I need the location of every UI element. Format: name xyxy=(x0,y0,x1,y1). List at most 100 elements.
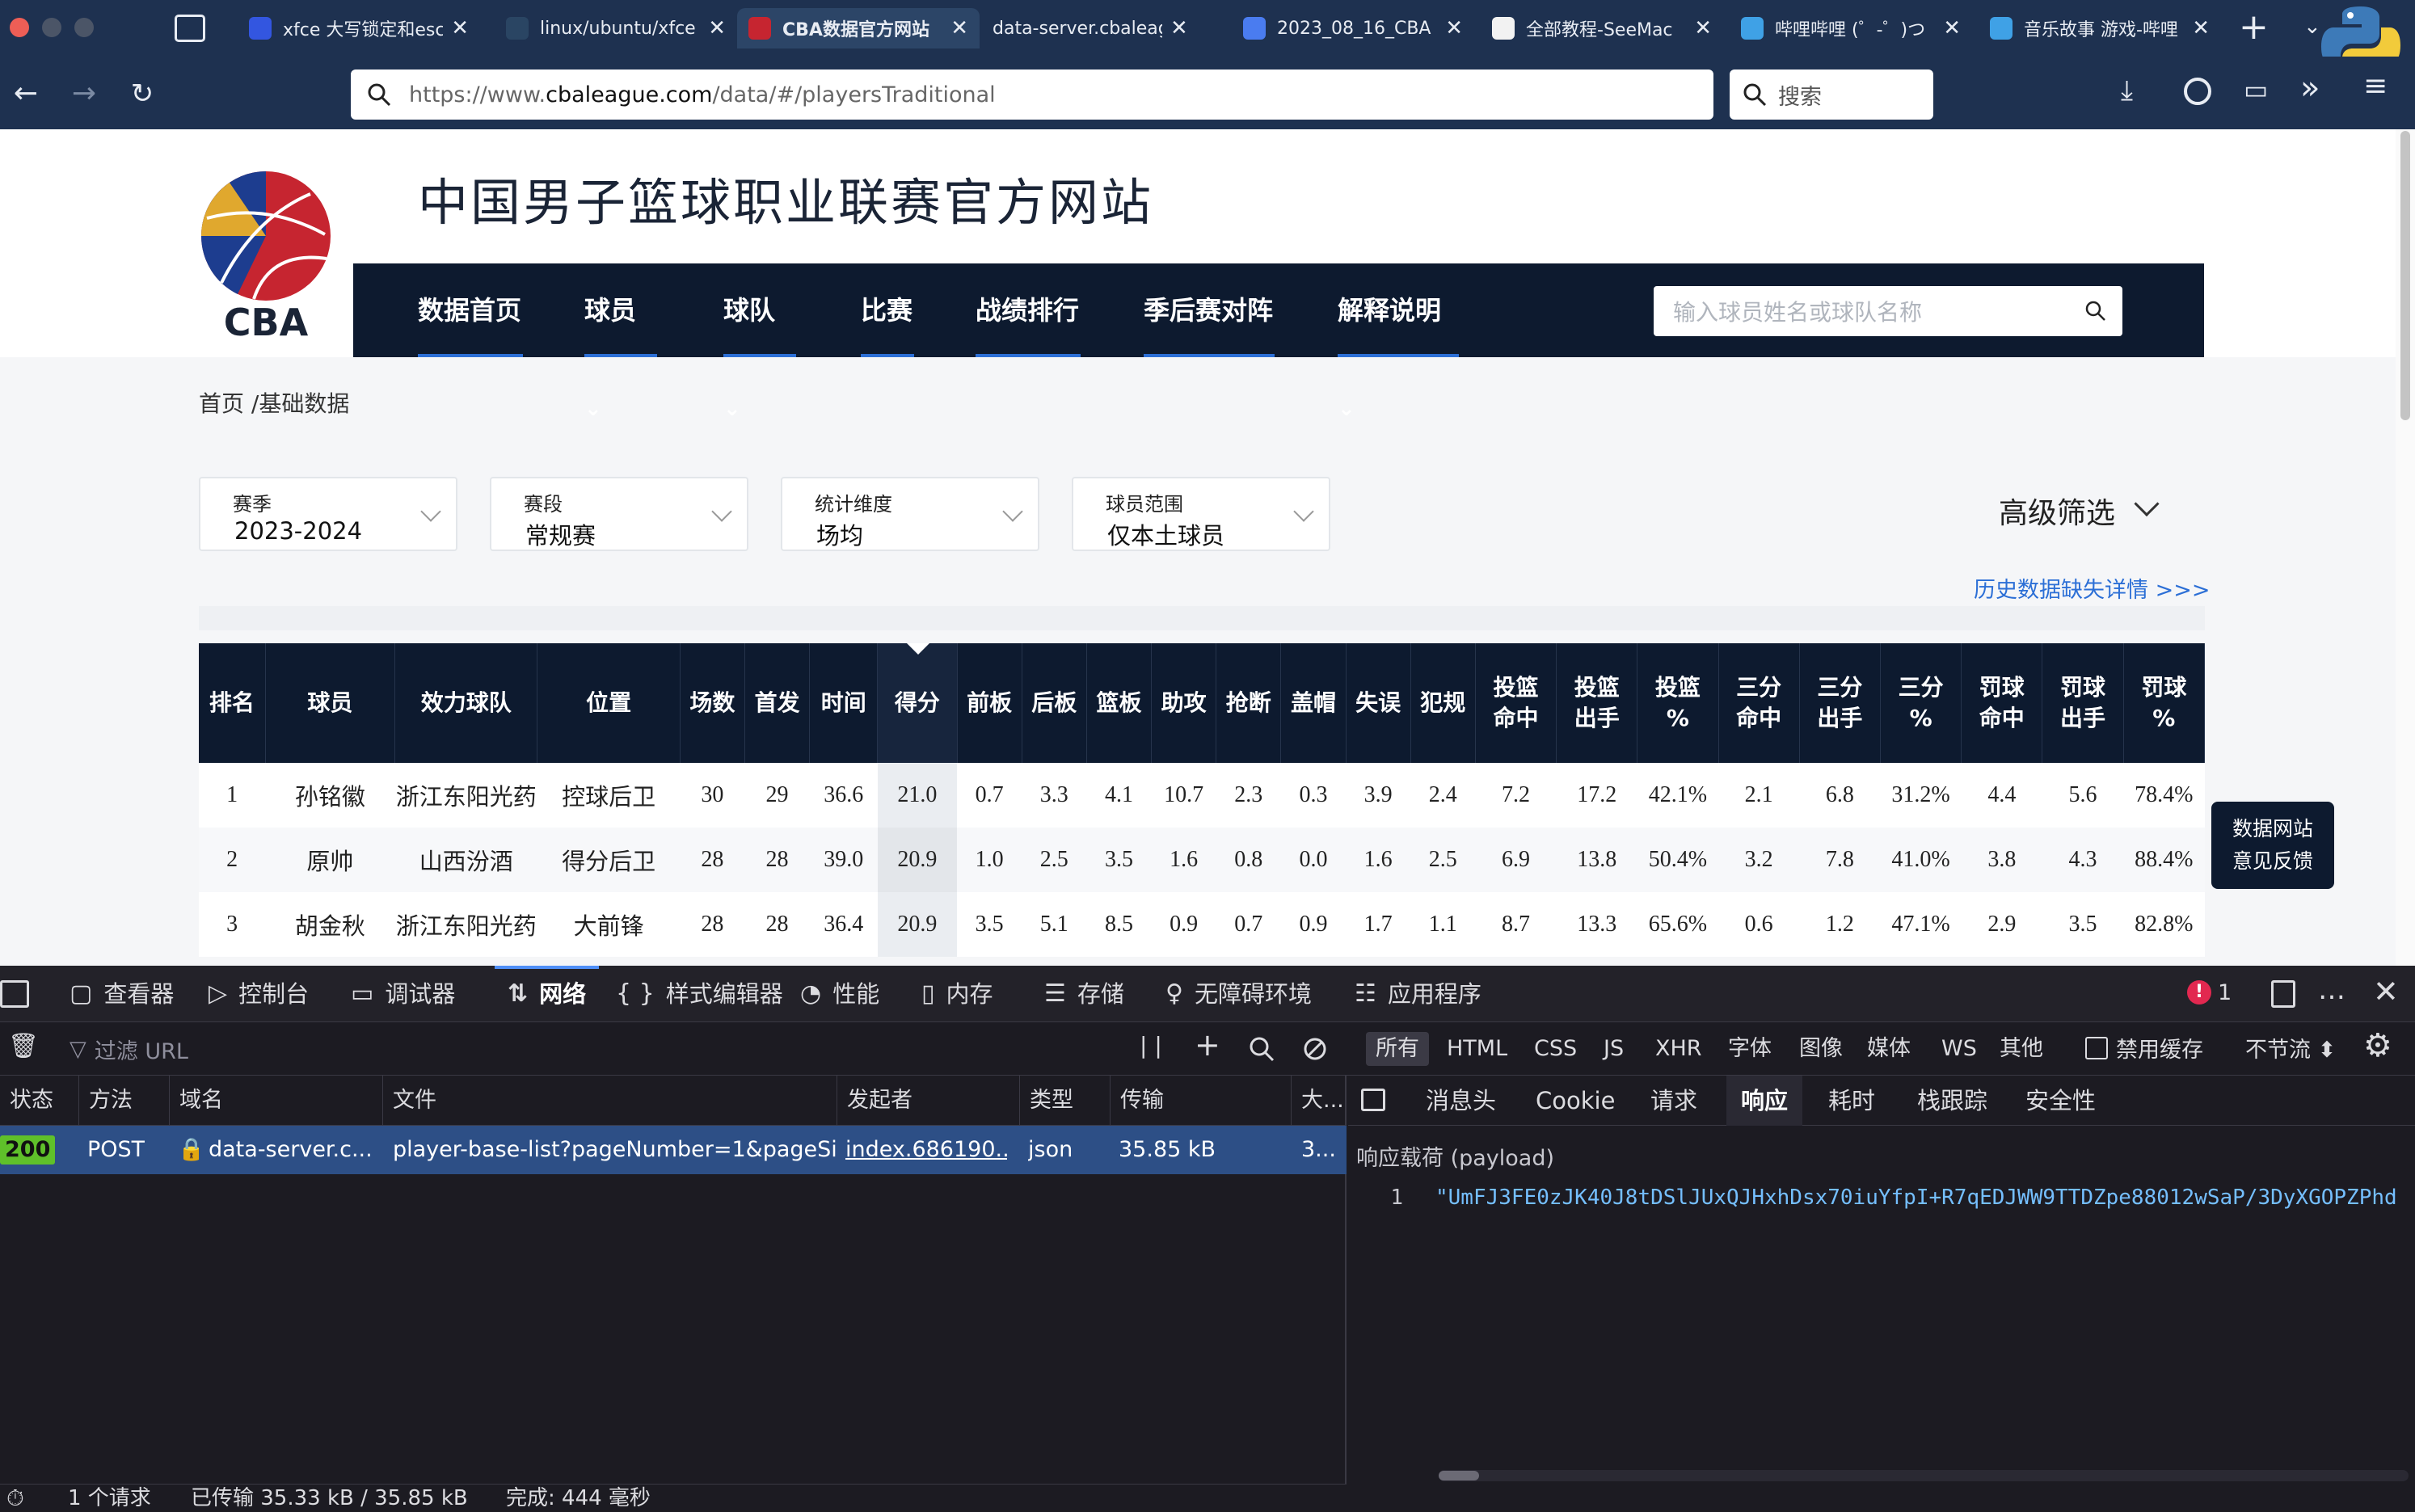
address-bar[interactable]: https://www. cbaleague.com/data/#/players… xyxy=(351,69,1713,120)
browser-search-box[interactable]: 搜索 xyxy=(1730,69,1933,120)
column-header[interactable]: 犯规 xyxy=(1410,643,1476,763)
overflow-chevrons-icon[interactable]: » xyxy=(2300,69,2320,107)
column-header[interactable]: 效力球队 xyxy=(394,643,538,763)
browser-tab[interactable]: xfce 大写锁定和esc ✕ xyxy=(238,8,480,48)
column-header[interactable]: 位置 xyxy=(537,643,681,763)
close-window-button[interactable] xyxy=(10,18,29,37)
column-header[interactable]: 前板 xyxy=(957,643,1022,763)
history-missing-data-link[interactable]: 历史数据缺失详情 >>> xyxy=(1974,572,2210,604)
nav-item[interactable]: 数据首页 xyxy=(418,263,523,357)
type-filter-button[interactable]: 所有 xyxy=(1366,1032,1429,1066)
column-header[interactable]: 时间 xyxy=(809,643,879,763)
request-initiator-link[interactable]: index.686190... xyxy=(845,1126,1007,1174)
detail-tab[interactable]: 响应 xyxy=(1726,1076,1803,1126)
nav-item[interactable]: 比赛 xyxy=(861,263,914,357)
detail-tab[interactable]: 消息头 xyxy=(1426,1076,1496,1126)
request-column-header[interactable]: 传输 xyxy=(1111,1076,1292,1126)
nav-item[interactable]: 解释说明 ⌄ xyxy=(1338,263,1459,421)
type-filter-button[interactable]: CSS xyxy=(1524,1032,1587,1066)
column-header[interactable]: 得分 xyxy=(877,643,958,763)
column-header[interactable]: 投篮 出手 xyxy=(1556,643,1638,763)
error-icon[interactable]: ! xyxy=(2187,980,2211,1004)
tab-overview-icon[interactable] xyxy=(175,15,205,42)
column-header[interactable]: 罚球 出手 xyxy=(2042,643,2124,763)
type-filter-button[interactable]: 其他 xyxy=(1990,1032,2053,1066)
table-row[interactable]: 2 原帅 山西汾酒 得分后卫 28 28 39.0 20.9 1.0 2.5 3.5 1.6 0.8 0.… xyxy=(199,828,2205,892)
toggle-sidebar-icon[interactable] xyxy=(1361,1089,1385,1111)
nav-item[interactable]: 季后赛对阵 xyxy=(1144,263,1275,357)
browser-tab[interactable]: 哔哩哔哩 (゜-゜)つ ✕ xyxy=(1730,8,1972,48)
disable-cache-checkbox[interactable] xyxy=(2085,1037,2108,1059)
column-header[interactable]: 三分 命中 xyxy=(1718,643,1800,763)
devtools-tab[interactable]: ☰ 存储 xyxy=(1044,966,1124,1022)
zoom-window-button[interactable] xyxy=(74,18,94,37)
devtools-tab[interactable]: ▢ 查看器 xyxy=(70,966,174,1022)
column-header[interactable]: 助攻 xyxy=(1151,643,1217,763)
detail-tab[interactable]: 栈跟踪 xyxy=(1917,1076,1987,1126)
devtools-tab[interactable]: ▷ 控制台 xyxy=(209,966,309,1022)
table-cell[interactable]: 孙铭徽 xyxy=(265,763,395,828)
filter-select[interactable]: 球员范围 仅本土球员 xyxy=(1072,477,1330,551)
column-header[interactable]: 篮板 xyxy=(1086,643,1153,763)
column-header[interactable]: 首发 xyxy=(744,643,811,763)
trash-icon[interactable]: 🗑 xyxy=(8,1032,39,1060)
type-filter-button[interactable]: 媒体 xyxy=(1857,1032,1920,1066)
request-column-header[interactable]: 大... xyxy=(1292,1076,1347,1126)
close-devtools-icon[interactable]: ✕ xyxy=(2373,974,2399,1009)
devtools-tab[interactable]: ⇅ 网络 xyxy=(495,966,600,1022)
column-header[interactable]: 后板 xyxy=(1022,643,1087,763)
devtools-tab[interactable]: ☷ 应用程序 xyxy=(1355,966,1481,1022)
column-header[interactable]: 三分% xyxy=(1880,643,1962,763)
response-code-line[interactable]: 1 "UmFJ3FE0zJK40J8tDSlJUxQJHxhDsx70iuYfpI… xyxy=(1356,1186,2396,1210)
menu-hamburger-icon[interactable]: ≡ xyxy=(2363,69,2388,103)
block-icon[interactable] xyxy=(1303,1037,1327,1061)
detail-tab[interactable]: 安全性 xyxy=(2025,1076,2096,1126)
page-scrollbar-thumb[interactable] xyxy=(2400,131,2410,420)
type-filter-button[interactable]: XHR xyxy=(1646,1032,1712,1066)
filter-select[interactable]: 赛季 2023-2024 xyxy=(199,477,457,551)
page-scrollbar[interactable] xyxy=(2396,129,2415,966)
browser-tab[interactable]: CBA数据官方网站 ✕ xyxy=(737,8,980,48)
request-column-header[interactable]: 域名 xyxy=(170,1076,383,1126)
column-header[interactable]: 球员 xyxy=(265,643,396,763)
type-filter-button[interactable]: HTML xyxy=(1437,1032,1517,1066)
table-cell[interactable]: 胡金秋 xyxy=(265,892,395,957)
type-filter-button[interactable]: 字体 xyxy=(1718,1032,1781,1066)
nav-item[interactable]: 球员 ⌄ xyxy=(584,263,657,421)
back-arrow-icon[interactable]: ← xyxy=(6,74,45,113)
column-header[interactable]: 盖帽 xyxy=(1280,643,1347,763)
pause-icon[interactable]: | | xyxy=(1140,1032,1162,1059)
table-cell[interactable]: 浙江东阳光药 xyxy=(394,892,537,957)
request-column-header[interactable]: 文件 xyxy=(383,1076,837,1126)
account-icon[interactable] xyxy=(2184,78,2211,105)
type-filter-button[interactable]: 图像 xyxy=(1789,1032,1852,1066)
close-tab-icon[interactable]: ✕ xyxy=(1943,16,1961,40)
devtools-tab[interactable]: ♀ 无障碍环境 xyxy=(1165,966,1312,1022)
download-icon[interactable]: ⤓ xyxy=(2121,74,2133,107)
table-cell[interactable]: 浙江东阳光药 xyxy=(394,763,537,828)
table-row[interactable]: 3 胡金秋 浙江东阳光药 大前锋 28 28 36.4 20.9 3.5 5.1 8.5 0.9 0.7… xyxy=(199,892,2205,957)
browser-tab[interactable]: 全部教程-SeeMac ✕ xyxy=(1481,8,1723,48)
filter-select[interactable]: 赛段 常规赛 xyxy=(490,477,748,551)
breadcrumb-home-link[interactable]: 首页 xyxy=(199,390,244,417)
column-header[interactable]: 场数 xyxy=(680,643,745,763)
column-header[interactable]: 罚球% xyxy=(2123,643,2206,763)
filter-url-input[interactable]: ▽ 过滤 URL xyxy=(70,1034,188,1065)
browser-tab[interactable]: 2023_08_16_CBA ✕ xyxy=(1232,8,1474,48)
devtools-tab[interactable]: { } 样式编辑器 xyxy=(616,966,783,1022)
browser-tab[interactable]: linux/ubuntu/xfce ✕ xyxy=(495,8,737,48)
dock-side-icon[interactable] xyxy=(2271,980,2295,1008)
column-header[interactable]: 排名 xyxy=(199,643,266,763)
type-filter-button[interactable]: WS xyxy=(1932,1032,1987,1066)
column-header[interactable]: 投篮 命中 xyxy=(1475,643,1557,763)
request-column-header[interactable]: 类型 xyxy=(1020,1076,1111,1126)
filter-select[interactable]: 统计维度 场均 xyxy=(781,477,1039,551)
nav-item[interactable]: 球队 ⌄ xyxy=(723,263,796,421)
close-tab-icon[interactable]: ✕ xyxy=(1694,16,1712,40)
close-tab-icon[interactable]: ✕ xyxy=(451,16,469,40)
search-icon[interactable] xyxy=(2085,301,2106,322)
new-tab-button[interactable]: + xyxy=(2239,6,2269,48)
element-picker-icon[interactable] xyxy=(0,980,29,1008)
request-column-header[interactable]: 发起者 xyxy=(837,1076,1020,1126)
throttle-select[interactable]: 不节流 ⬍ xyxy=(2245,1032,2336,1063)
